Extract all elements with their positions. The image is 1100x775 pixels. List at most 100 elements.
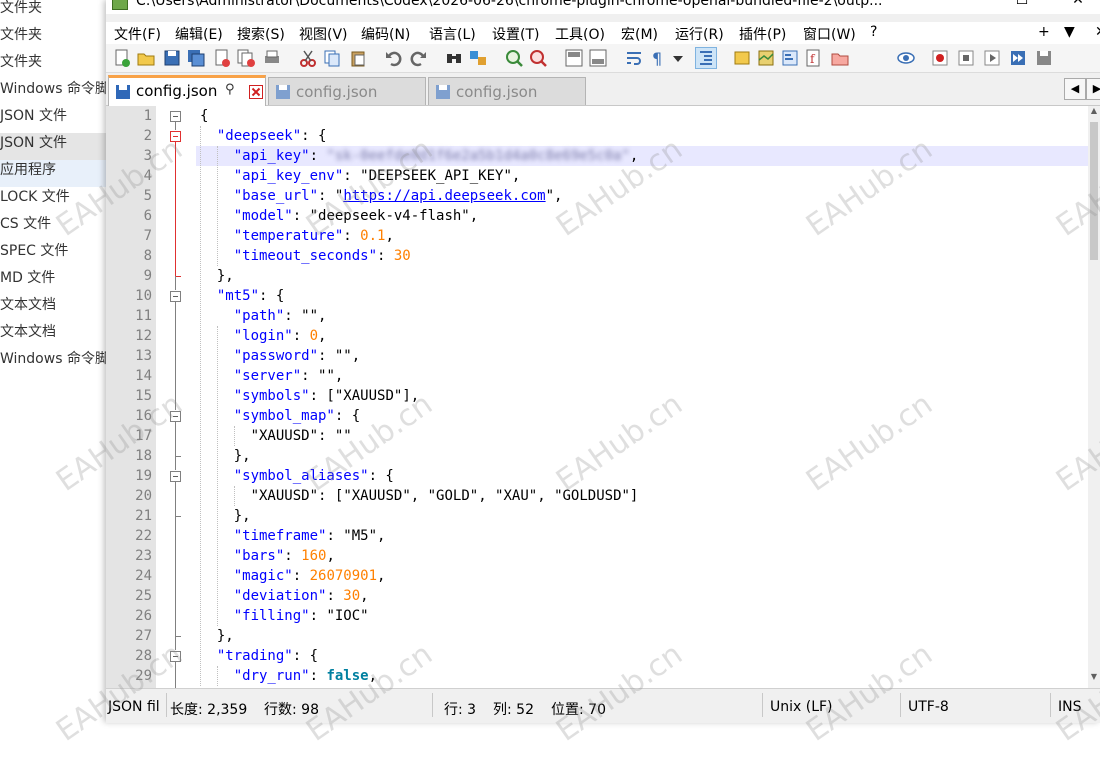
scroll-down-icon[interactable]: ▼ [1088,672,1100,686]
close-window-icon[interactable]: ✕ [1056,0,1100,12]
menu-item[interactable]: 搜索(S) [237,24,285,44]
explorer-item[interactable]: 文件夹 [0,0,106,25]
code-line[interactable]: "login": 0, [196,326,1088,346]
close-document-icon[interactable]: ✕ [1095,24,1100,40]
code-line[interactable]: "api_key_env": "DEEPSEEK_API_KEY", [196,166,1088,186]
scroll-up-icon[interactable]: ▲ [1088,106,1100,120]
sync-horizontal-icon[interactable] [588,48,608,68]
menu-item[interactable]: 窗口(W) [803,24,856,44]
save-all-icon[interactable] [186,48,206,68]
menu-item[interactable]: 运行(R) [675,24,724,44]
code-line[interactable]: "trading": { [196,646,1088,666]
record-macro-icon[interactable] [930,48,950,68]
explorer-item[interactable]: SPEC 文件 [0,241,106,268]
code-line[interactable]: "mt5": { [196,286,1088,306]
code-line[interactable]: }, [196,506,1088,526]
tab-scroll-right-button[interactable]: ▶ [1086,78,1100,100]
zoom-out-icon[interactable] [528,48,548,68]
fold-toggle-icon[interactable] [170,651,181,662]
explorer-item[interactable]: Windows 命令脚本 [0,349,106,376]
tab-scroll-left-button[interactable]: ◀ [1064,78,1086,100]
code-line[interactable]: "symbol_aliases": { [196,466,1088,486]
document-list-icon[interactable] [780,48,800,68]
new-file-icon[interactable] [112,48,132,68]
explorer-item[interactable]: Windows 命令脚本 [0,79,106,106]
code-line[interactable]: "server": "", [196,366,1088,386]
pin-tab-icon[interactable]: ⚲ [225,82,235,97]
code-line[interactable]: "api_key": "sk-0eefde0d1f6e2a5b1d4a0c8e6… [196,146,1088,166]
save-macro-icon[interactable] [1034,48,1054,68]
show-all-characters-icon[interactable]: ¶ [648,48,668,68]
status-encoding[interactable]: UTF-8 [908,699,949,715]
code-line[interactable]: { [196,106,1088,126]
scrollbar-thumb[interactable] [1090,122,1098,260]
code-line[interactable]: "temperature": 0.1, [196,226,1088,246]
play-macro-icon[interactable] [982,48,1002,68]
menu-item[interactable]: ? [870,24,877,40]
document-map-icon[interactable] [756,48,776,68]
explorer-item[interactable]: JSON 文件 [0,106,106,133]
indent-guide-icon[interactable] [695,47,717,69]
paste-icon[interactable] [348,48,368,68]
function-list-icon[interactable]: f [804,48,824,68]
title-bar[interactable]: C:\Users\Administrator\Documents\Codex\2… [106,0,1100,14]
print-icon[interactable] [262,48,282,68]
undo-icon[interactable] [384,48,404,68]
explorer-item[interactable]: 文件夹 [0,52,106,79]
cut-icon[interactable] [298,48,318,68]
menu-item[interactable]: 宏(M) [621,24,658,44]
code-editor[interactable]: 1 2 3 4 5 6 7 8 9 10 11 12 13 14 15 16 17 18 19 20 21 22 23 24 2… [106,106,1100,688]
copy-icon[interactable] [322,48,342,68]
code-line[interactable]: "XAUUSD": "" [196,426,1088,446]
code-line[interactable]: "filling": "IOC" [196,606,1088,626]
fold-toggle-icon[interactable] [170,111,181,122]
fold-toggle-icon[interactable] [170,131,181,142]
monitoring-icon[interactable] [896,48,916,68]
explorer-item[interactable]: 文件夹 [0,25,106,52]
status-insert-mode[interactable]: INS [1058,699,1082,715]
code-line[interactable]: "magic": 26070901, [196,566,1088,586]
explorer-item[interactable]: 文本文档 [0,322,106,349]
menu-item[interactable]: 视图(V) [299,24,348,44]
close-all-icon[interactable] [236,48,256,68]
fold-toggle-icon[interactable] [170,411,181,422]
code-line[interactable]: "XAUUSD": ["XAUUSD", "GOLD", "XAU", "GOL… [196,486,1088,506]
menu-item[interactable]: 编码(N) [361,24,410,44]
code-area[interactable]: { "deepseek": { "api_key": "sk-0eefde0d1… [196,106,1088,688]
tab-config-json[interactable]: config.json [428,77,586,105]
code-line[interactable]: "symbols": ["XAUUSD"], [196,386,1088,406]
replace-icon[interactable] [468,48,488,68]
code-line[interactable]: "timeframe": "M5", [196,526,1088,546]
fold-margin[interactable] [156,106,196,688]
code-line[interactable]: "dry_run": false, [196,666,1088,686]
code-line[interactable]: }, [196,446,1088,466]
maximize-icon[interactable]: ☐ [1000,0,1044,12]
user-language-icon[interactable] [732,48,752,68]
explorer-item[interactable]: CS 文件 [0,214,106,241]
save-icon[interactable] [162,48,182,68]
explorer-item[interactable]: JSON 文件 [0,133,106,160]
menu-item[interactable]: 设置(T) [492,24,539,44]
menu-item[interactable]: 插件(P) [739,24,786,44]
folder-workspace-icon[interactable] [830,48,850,68]
menu-item[interactable]: 语言(L) [429,24,476,44]
menu-item[interactable]: 工具(O) [555,24,605,44]
run-macro-multiple-icon[interactable] [1008,48,1028,68]
fold-toggle-icon[interactable] [170,471,181,482]
menu-item[interactable]: 编辑(E) [175,24,223,44]
tab-list-dropdown-icon[interactable]: ▼ [1064,24,1075,40]
zoom-in-icon[interactable] [504,48,524,68]
redo-icon[interactable] [408,48,428,68]
status-eol[interactable]: Unix (LF) [770,699,833,715]
explorer-item[interactable]: MD 文件 [0,268,106,295]
tab-config-json[interactable]: config.json [268,77,426,105]
code-line[interactable]: "timeout_seconds": 30 [196,246,1088,266]
code-line[interactable]: "deepseek": { [196,126,1088,146]
find-icon[interactable] [444,48,464,68]
new-tab-plus-icon[interactable]: + [1038,24,1050,40]
explorer-item[interactable]: 应用程序 [0,160,106,187]
code-line[interactable]: "password": "", [196,346,1088,366]
tab-config-json[interactable]: config.json ⚲ [108,75,266,106]
word-wrap-icon[interactable] [624,48,644,68]
menu-item[interactable]: 文件(F) [114,24,161,44]
